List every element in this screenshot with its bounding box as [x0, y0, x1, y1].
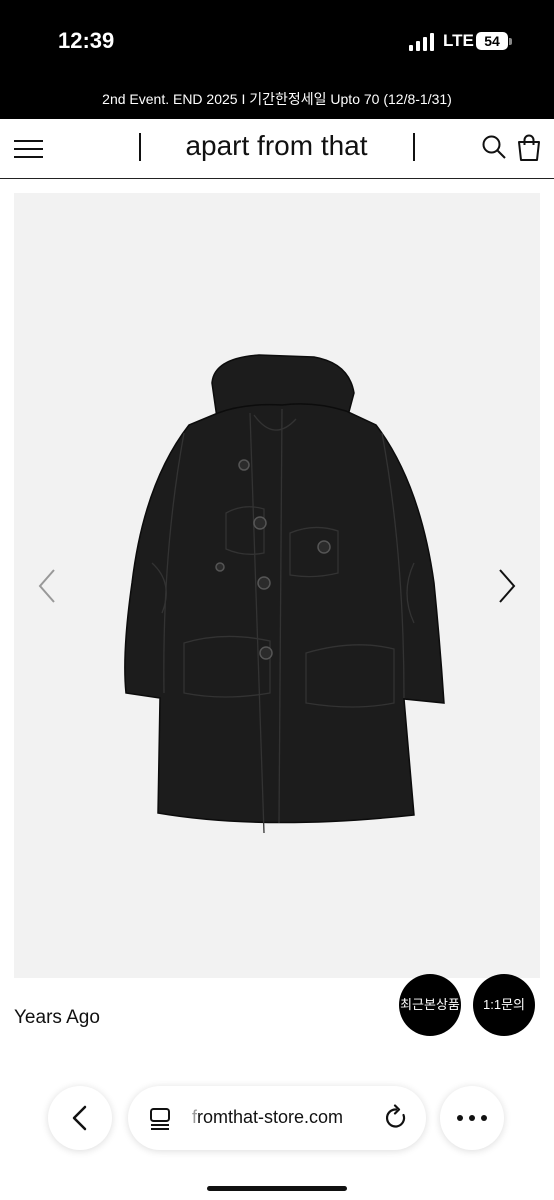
address-bar[interactable]: fromthat-store.com [128, 1086, 426, 1150]
battery-icon: 54 [476, 32, 508, 50]
reload-icon[interactable] [382, 1104, 410, 1132]
tabs-icon[interactable] [148, 1106, 172, 1130]
menu-icon[interactable] [14, 137, 44, 161]
back-button[interactable] [48, 1086, 112, 1150]
back-arrow-icon [72, 1105, 87, 1131]
inquiry-button[interactable]: 1:1문의 [473, 974, 535, 1036]
more-button[interactable] [440, 1086, 504, 1150]
battery-tip [509, 38, 512, 45]
recently-viewed-button[interactable]: 최근본상품 [399, 974, 461, 1036]
signal-icon [409, 33, 434, 51]
url-domain: romthat-store.com [197, 1107, 344, 1127]
chevron-left-icon[interactable] [36, 566, 60, 606]
promo-banner[interactable]: 2nd Event. END 2025 I 기간한정세일 Upto 70 (12… [0, 84, 554, 119]
network-label: LTE [443, 31, 474, 50]
more-icon [457, 1115, 487, 1121]
product-name: Years Ago [14, 1007, 100, 1028]
shopping-bag-icon[interactable] [515, 133, 543, 161]
chevron-right-icon[interactable] [494, 566, 518, 606]
inquiry-label: 1:1문의 [483, 997, 525, 1012]
product-image [124, 354, 445, 834]
site-header: apart from that [0, 119, 554, 179]
search-icon[interactable] [481, 134, 507, 160]
url-text: fromthat-store.com [192, 1107, 343, 1128]
site-logo[interactable]: apart from that [140, 130, 413, 162]
recently-viewed-label: 최근본상품 [400, 997, 460, 1012]
promo-banner-text: 2nd Event. END 2025 I 기간한정세일 Upto 70 (12… [102, 91, 452, 107]
home-indicator [207, 1186, 347, 1191]
status-bar: 12:39 LTE 54 [0, 0, 554, 84]
status-time: 12:39 [58, 28, 115, 53]
product-gallery[interactable] [14, 193, 540, 978]
header-divider-right [413, 133, 415, 161]
